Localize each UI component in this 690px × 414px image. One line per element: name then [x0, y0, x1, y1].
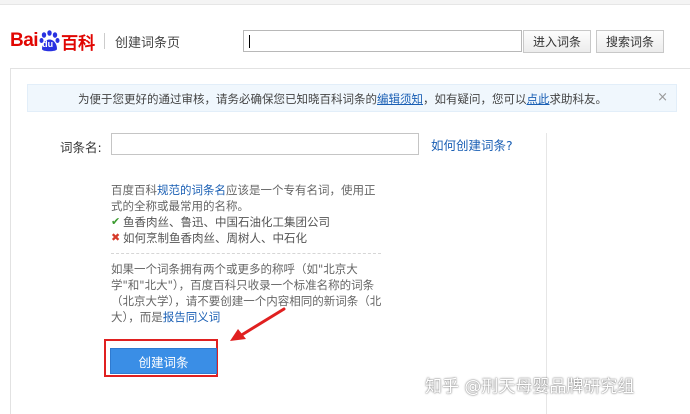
how-to-create-link[interactable]: 如何创建词条?	[431, 135, 513, 154]
dashed-divider	[111, 253, 381, 254]
help-link[interactable]: 点此	[527, 92, 550, 106]
logo-baike-text: 百科	[61, 33, 96, 54]
logo-bai-text: Bai	[10, 30, 39, 51]
notice-text-part: ，如有疑问，您可以	[423, 92, 527, 106]
notice-text: 为便于您更好的通过审核，请务必确保您已知晓百科词条的编辑须知，如有疑问，您可以点…	[78, 91, 607, 107]
top-border	[0, 0, 690, 5]
good-example-row: ✔ 鱼香肉丝、鲁迅、中国石油化工集团公司	[111, 214, 386, 230]
entry-name-label: 词条名:	[60, 140, 102, 155]
notice-text-part: 求助科友。	[549, 92, 608, 106]
check-icon: ✔	[111, 215, 121, 228]
bad-example-text: 如何烹制鱼香肉丝、周树人、中石化	[123, 231, 307, 245]
logo-du-text: du	[42, 39, 54, 49]
create-button-highlight: 创建词条	[104, 339, 218, 377]
naming-tips: 百度百科规范的词条名应该是一个专有名词，使用正式的全称或最常用的名称。 ✔ 鱼香肉…	[111, 182, 386, 325]
notice-text-part: 为便于您更好的通过审核，请务必确保您已知晓百科词条的	[78, 92, 377, 106]
search-input[interactable]	[243, 30, 522, 52]
cross-icon: ✖	[111, 231, 121, 244]
red-arrow-icon	[230, 307, 286, 341]
text-caret	[249, 35, 250, 48]
naming-rules-link[interactable]: 规范的词条名	[157, 183, 226, 197]
page-title: 创建词条页	[115, 36, 181, 51]
editing-guide-link[interactable]: 编辑须知	[377, 92, 423, 106]
enter-entry-button[interactable]: 进入词条	[523, 30, 591, 53]
good-example-text: 鱼香肉丝、鲁迅、中国石油化工集团公司	[123, 215, 330, 229]
close-icon[interactable]: ×	[657, 90, 668, 105]
entry-name-input[interactable]	[111, 133, 419, 155]
paw-icon: du	[39, 30, 60, 52]
create-entry-button[interactable]: 创建词条	[110, 348, 217, 374]
tips-intro: 百度百科规范的词条名应该是一个专有名词，使用正式的全称或最常用的名称。	[111, 182, 386, 214]
notice-banner: 为便于您更好的通过审核，请务必确保您已知晓百科词条的编辑须知，如有疑问，您可以点…	[27, 84, 677, 112]
content-frame-left	[10, 68, 11, 414]
report-synonym-link[interactable]: 报告同义词	[163, 310, 221, 324]
tips-text: 百度百科	[111, 183, 157, 197]
baidu-baike-logo[interactable]: Bai du 百科	[10, 28, 95, 54]
watermark: 知乎 @刑天母婴品牌研究组	[425, 377, 635, 397]
content-frame-top	[10, 68, 690, 69]
logo-divider	[104, 33, 105, 49]
bad-example-row: ✖ 如何烹制鱼香肉丝、周树人、中石化	[111, 230, 386, 246]
search-entry-button[interactable]: 搜索词条	[596, 30, 664, 53]
